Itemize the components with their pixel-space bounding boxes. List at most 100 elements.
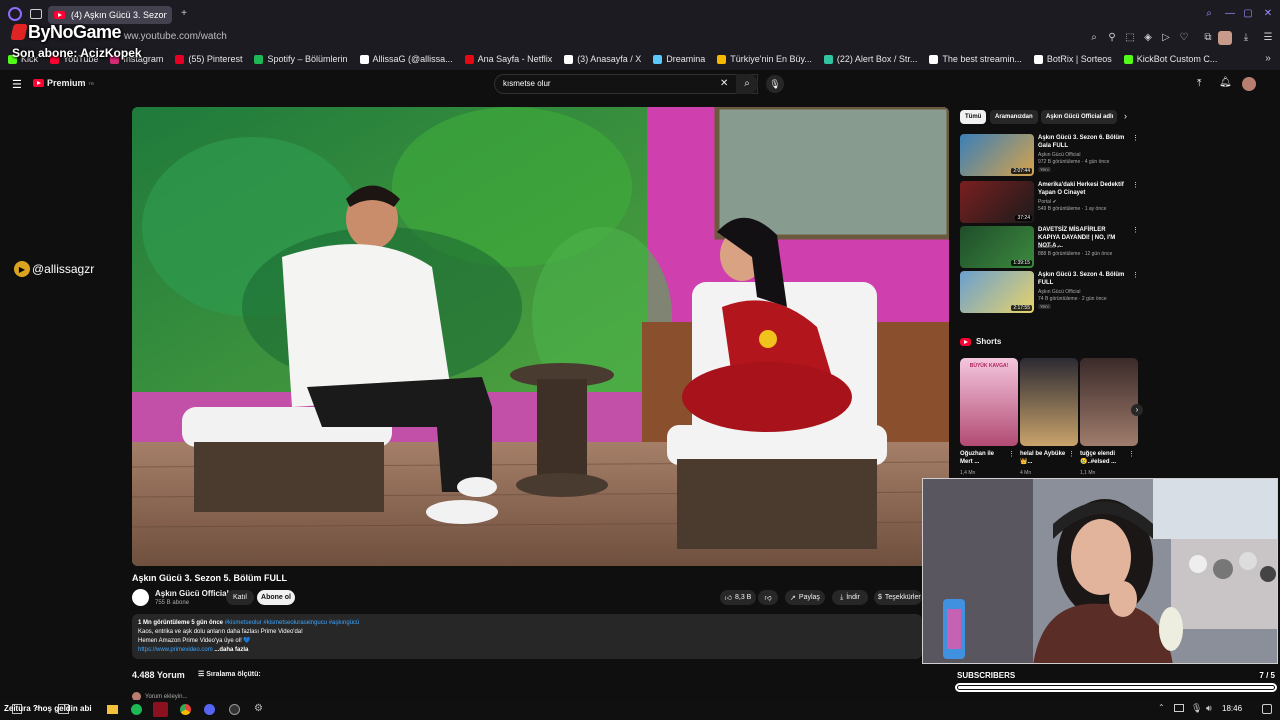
bookmark-item[interactable]: The best streamin... — [929, 54, 1022, 64]
spotify-taskbar-icon[interactable] — [131, 704, 142, 715]
bookmark-item[interactable]: Spotify – Bölümlerin — [254, 54, 348, 64]
close-icon[interactable]: ✕ — [1262, 8, 1274, 20]
youtube-logo[interactable]: Premium TR — [33, 78, 94, 88]
app-menu-icon[interactable]: ☰ — [1262, 32, 1274, 44]
extensions-icon[interactable]: ⧉ — [1202, 32, 1214, 44]
shorts-next-icon[interactable]: › — [1131, 404, 1143, 416]
tray-overflow-icon[interactable]: ⌃ — [1158, 703, 1165, 712]
video-thumbnail[interactable]: 1:39:15 — [960, 226, 1034, 268]
zoom-icon[interactable]: ⌕ — [1088, 32, 1100, 44]
chip-all[interactable]: Tümü — [960, 110, 987, 124]
recommended-channel[interactable]: Aşkın Gücü Official — [1038, 152, 1080, 158]
recommended-channel[interactable]: Elraenn ✔ — [1038, 244, 1061, 250]
recommended-title[interactable]: Amerika'daki Herkesi Dedektif Yapan O Ci… — [1038, 181, 1128, 197]
bookmarks-overflow-icon[interactable]: » — [1262, 53, 1274, 65]
more-options-icon[interactable]: ⋮ — [1008, 450, 1015, 458]
recommended-video[interactable]: 2:07:44 Aşkın Gücü 3. Sezon 6. Bölüm Gala… — [960, 134, 1140, 176]
dislike-button[interactable]: 👎︎ — [758, 590, 778, 605]
recommended-title[interactable]: Aşkın Gücü 3. Sezon 6. Bölüm Gala FULL — [1038, 134, 1128, 150]
join-button[interactable]: Katıl — [226, 590, 254, 605]
system-clock[interactable]: 18:46 — [1222, 704, 1242, 713]
thanks-button[interactable]: $ Teşekkürler — [874, 590, 922, 605]
pocket-icon[interactable]: ◈ — [1142, 32, 1154, 44]
sort-comments-button[interactable]: ☰ Sıralama ölçütü: — [198, 670, 261, 678]
notifications-bell-icon[interactable]: 🔔︎ — [1219, 77, 1232, 88]
video-thumbnail[interactable]: 2:07:44 — [960, 134, 1034, 176]
bookmark-star-icon[interactable]: ♡ — [1178, 32, 1190, 44]
like-button[interactable]: 👍︎ 8,3 B — [720, 590, 756, 605]
bookmark-item[interactable]: (55) Pinterest — [175, 54, 242, 64]
microphone-tray-icon[interactable]: 🎙︎ — [1191, 703, 1202, 714]
bookmark-item[interactable]: Türkiye'nin En Büy... — [717, 54, 812, 64]
voice-search-button[interactable]: 🎙︎ — [766, 75, 784, 93]
share-button[interactable]: ↗ Paylaş — [785, 590, 825, 605]
url-text[interactable]: ww.youtube.com/watch — [124, 31, 227, 42]
short-thumbnail[interactable]: BÜYÜK KAVGA! — [960, 358, 1018, 446]
recommended-video[interactable]: 37:24 Amerika'daki Herkesi Dedektif Yapan… — [960, 181, 1140, 223]
bookmark-item[interactable]: AllissaG (@allissa... — [359, 54, 453, 64]
search-tabs-icon[interactable]: ⌕ — [1203, 8, 1215, 20]
short-title[interactable]: tuğçe elendi 😢..#elsed ... — [1080, 450, 1126, 466]
more-options-icon[interactable]: ⋮ — [1132, 134, 1139, 142]
recommended-video[interactable]: 2:17:55 Aşkın Gücü 3. Sezon 4. Bölüm FULL… — [960, 271, 1140, 313]
clear-search-icon[interactable]: ✕ — [720, 78, 728, 89]
downloads-icon[interactable]: ⤓ — [1240, 32, 1252, 44]
search-input[interactable]: kısmetse olur — [494, 74, 758, 94]
minimize-icon[interactable]: — — [1224, 8, 1236, 20]
video-thumbnail[interactable]: 37:24 — [960, 181, 1034, 223]
short-thumbnail[interactable] — [1020, 358, 1078, 446]
bookmark-item[interactable]: KickBot Custom C... — [1123, 54, 1217, 64]
guide-menu-icon[interactable]: ☰ — [12, 78, 22, 91]
chip-channel[interactable]: Aşkın Gücü Official adlı — [1041, 110, 1117, 124]
chips-next-icon[interactable]: › — [1124, 111, 1127, 121]
explorer-icon[interactable] — [107, 705, 118, 714]
more-options-icon[interactable]: ⋮ — [1132, 271, 1139, 279]
bookmark-item[interactable]: (3) Anasayfa / X — [564, 54, 641, 64]
search-button[interactable]: ⌕ — [736, 74, 758, 94]
description-link[interactable]: https://www.primevideo.com — [138, 647, 213, 653]
account-avatar[interactable] — [1242, 77, 1256, 91]
address-bar[interactable]: ww.youtube.com/watch ⌕ ⚲ ⬚ ◈ ▷ ♡ ⧉ ⤓ ☰ — [0, 28, 1280, 48]
short-title[interactable]: Oğuzhan ile Mert ... — [960, 450, 1006, 466]
more-options-icon[interactable]: ⋮ — [1132, 226, 1139, 234]
recommended-title[interactable]: Aşkın Gücü 3. Sezon 4. Bölüm FULL — [1038, 271, 1128, 287]
tab-overview-icon[interactable] — [30, 9, 42, 19]
discord-icon[interactable] — [204, 704, 215, 715]
channel-avatar[interactable] — [132, 589, 149, 606]
network-icon[interactable] — [1174, 704, 1184, 712]
more-options-icon[interactable]: ⋮ — [1068, 450, 1075, 458]
short-thumbnail[interactable] — [1080, 358, 1138, 446]
bookmark-item[interactable]: (22) Alert Box / Str... — [823, 54, 917, 64]
volume-icon[interactable]: 🔊︎ — [1206, 703, 1212, 714]
maximize-icon[interactable]: ▢ — [1242, 8, 1254, 20]
bookmark-item[interactable]: Ana Sayfa - Netflix — [464, 54, 552, 64]
screenshot-icon[interactable]: ⬚ — [1124, 32, 1136, 44]
channel-name[interactable]: Aşkın Gücü Official — [155, 589, 229, 598]
bookmark-item[interactable]: BotRix | Sorteos — [1033, 54, 1112, 64]
profile-avatar[interactable] — [1218, 31, 1232, 45]
video-description[interactable]: 1 Mn görüntüleme 5 gün önce #kismetseolu… — [132, 614, 922, 659]
bookmark-item[interactable]: Dreamina — [653, 54, 705, 64]
video-thumbnail[interactable]: 2:17:55 — [960, 271, 1034, 313]
video-player[interactable] — [132, 107, 949, 566]
obs-icon[interactable] — [229, 704, 240, 715]
notification-center-icon[interactable] — [1262, 704, 1272, 714]
recommended-channel[interactable]: Portal ✔ — [1038, 199, 1057, 205]
recommended-video[interactable]: 1:39:15 DAVETSİZ MİSAFİRLER KAPIYA DAYAND… — [960, 226, 1140, 268]
pin-icon[interactable]: ⚲ — [1106, 32, 1118, 44]
active-app-icon[interactable] — [153, 702, 168, 717]
show-more-link[interactable]: ...daha fazla — [214, 647, 248, 653]
subscribe-button[interactable]: Abone ol — [257, 590, 295, 605]
more-options-icon[interactable]: ⋮ — [1128, 450, 1135, 458]
browser-menu-icon[interactable] — [8, 7, 22, 21]
reader-icon[interactable]: ▷ — [1160, 32, 1172, 44]
recommended-channel[interactable]: Aşkın Gücü Official — [1038, 289, 1080, 295]
settings-icon[interactable]: ⚙ — [254, 703, 263, 714]
description-tags[interactable]: #kismetseolur #kismetseolurasкingucu #aş… — [225, 620, 360, 626]
download-button[interactable]: ⤓ İndir — [832, 590, 868, 605]
more-options-icon[interactable]: ⋮ — [1132, 181, 1139, 189]
chrome-icon[interactable] — [180, 704, 191, 715]
chip-from-search[interactable]: Aramanızdan — [990, 110, 1038, 124]
short-title[interactable]: helal be Aybüke 👑... — [1020, 450, 1066, 466]
upload-icon[interactable]: ⤒ — [1197, 78, 1201, 89]
